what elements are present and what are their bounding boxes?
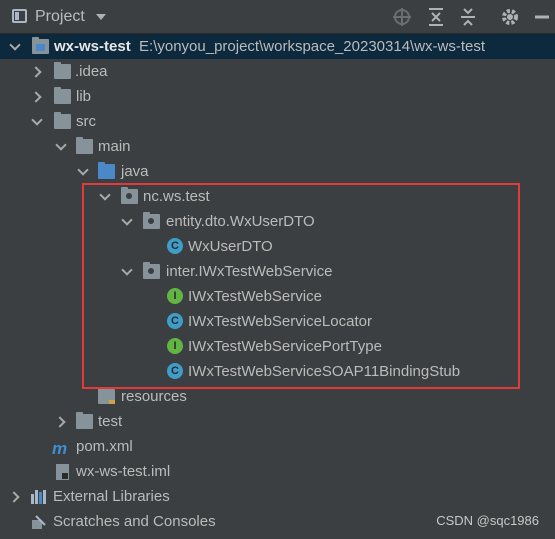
tree-item-label: pom.xml xyxy=(76,438,133,455)
highlight-box xyxy=(82,183,520,389)
module-file-icon xyxy=(56,464,69,480)
library-icon xyxy=(31,490,49,504)
tree-item-label: test xyxy=(98,413,123,430)
chevron-right-icon[interactable] xyxy=(30,59,42,84)
tree-item-root[interactable]: wx-ws-test E:\yonyou_project\workspace_2… xyxy=(0,34,555,59)
hide-icon[interactable] xyxy=(532,7,552,27)
chevron-right-icon[interactable] xyxy=(8,484,20,509)
folder-icon xyxy=(76,412,93,429)
project-view-title[interactable]: Project xyxy=(35,8,85,26)
folder-icon xyxy=(54,112,71,129)
tree-item-label: src xyxy=(76,113,96,130)
tree-item-main[interactable]: main xyxy=(0,134,555,159)
tree-item-label: wx-ws-test E:\yonyou_project\workspace_2… xyxy=(54,34,485,59)
tree-item-src[interactable]: src xyxy=(0,109,555,134)
chevron-down-icon[interactable] xyxy=(30,109,42,134)
source-folder-icon xyxy=(98,162,115,179)
tree-item-label: External Libraries xyxy=(53,488,170,505)
tree-item-pom[interactable]: m pom.xml xyxy=(0,434,555,459)
root-module-path: E:\yonyou_project\workspace_20230314\wx-… xyxy=(139,38,486,55)
tree-item-idea[interactable]: .idea xyxy=(0,59,555,84)
chevron-down-icon[interactable] xyxy=(76,159,88,184)
root-module-name: wx-ws-test xyxy=(54,38,131,55)
tree-item-label: wx-ws-test.iml xyxy=(76,463,171,480)
maven-icon: m xyxy=(52,439,68,458)
tree-item-label: Scratches and Consoles xyxy=(53,513,216,530)
module-folder-icon xyxy=(32,37,49,54)
resources-folder-icon xyxy=(98,387,115,404)
tree-item-label: .idea xyxy=(75,63,108,80)
folder-icon xyxy=(76,137,93,154)
chevron-right-icon[interactable] xyxy=(54,409,66,434)
locate-icon[interactable] xyxy=(392,7,412,27)
tree-item-java[interactable]: java xyxy=(0,159,555,184)
chevron-right-icon[interactable] xyxy=(30,84,42,109)
collapse-all-icon[interactable] xyxy=(458,7,478,27)
tree-item-label: main xyxy=(98,138,131,155)
tree-item-label: java xyxy=(121,163,149,180)
watermark: CSDN @sqc1986 xyxy=(436,513,539,528)
tree-item-iml[interactable]: wx-ws-test.iml xyxy=(0,459,555,484)
tree-item-test[interactable]: test xyxy=(0,409,555,434)
chevron-down-icon[interactable] xyxy=(54,134,66,159)
chevron-down-icon[interactable] xyxy=(8,34,20,59)
dropdown-caret-icon[interactable] xyxy=(96,14,106,20)
project-view-icon xyxy=(12,9,27,23)
tree-item-lib[interactable]: lib xyxy=(0,84,555,109)
scratches-icon xyxy=(32,515,46,529)
expand-all-icon[interactable] xyxy=(426,7,446,27)
tree-item-external-libraries[interactable]: External Libraries xyxy=(0,484,555,509)
folder-icon xyxy=(54,87,71,104)
tree-item-label: lib xyxy=(76,88,92,105)
project-toolbar: Project xyxy=(0,0,555,34)
folder-icon xyxy=(54,62,71,79)
gear-icon[interactable] xyxy=(500,7,520,27)
